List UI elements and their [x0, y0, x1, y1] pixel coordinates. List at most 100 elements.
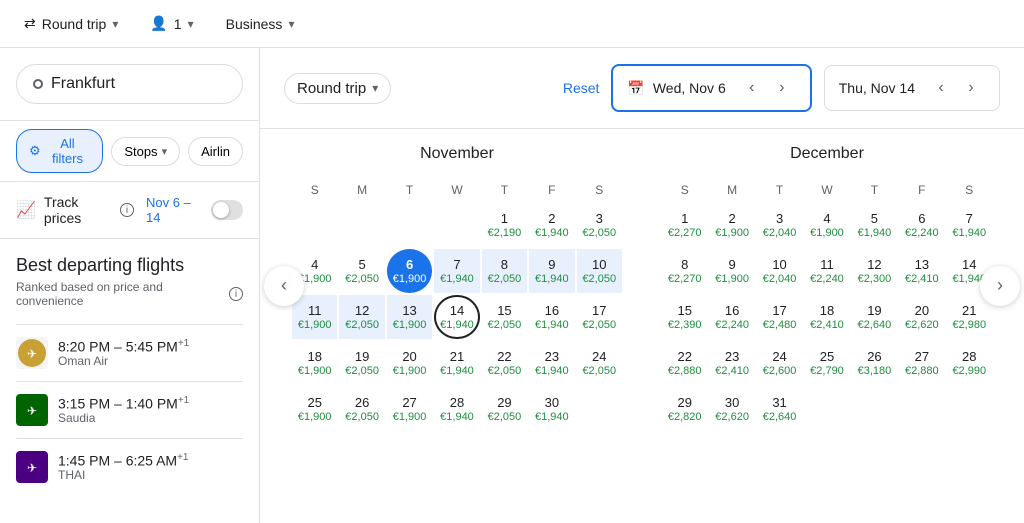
day-cell[interactable]: 31€2,640	[757, 387, 802, 431]
day-cell[interactable]: 18€2,410	[804, 295, 849, 339]
day-price: €2,050	[582, 319, 616, 331]
day-cell[interactable]: 5€2,050	[339, 249, 384, 293]
day-cell[interactable]: 23€1,940	[529, 341, 574, 385]
day-cell[interactable]: 30€2,620	[709, 387, 754, 431]
day-cell[interactable]: 26€2,050	[339, 387, 384, 431]
calendar-header: Round trip ▾ Reset 📅 Wed, Nov 6 ‹ › Thu,…	[260, 48, 1024, 129]
day-cell[interactable]: 16€2,240	[709, 295, 754, 339]
track-prices-toggle[interactable]	[211, 200, 243, 220]
trip-type-selector[interactable]: ⇄ Round trip ▾	[16, 11, 126, 36]
day-cell[interactable]: 13€2,410	[899, 249, 944, 293]
all-filters-button[interactable]: ⚙ All filters	[16, 129, 103, 173]
day-cell[interactable]: 19€2,050	[339, 341, 384, 385]
day-cell[interactable]: 29€2,050	[482, 387, 527, 431]
day-number: 4	[823, 211, 830, 227]
day-cell[interactable]: 15€2,390	[662, 295, 707, 339]
airlines-button[interactable]: Airlin	[188, 137, 243, 166]
day-header: W	[804, 179, 849, 201]
day-cell[interactable]: 28€2,990	[947, 341, 992, 385]
main-layout: Frankfurt ⚙ All filters Stops ▾ Airlin 📈…	[0, 48, 1024, 523]
date-start-button[interactable]: 📅 Wed, Nov 6 ‹ ›	[611, 64, 811, 112]
calendar-prev-button[interactable]: ‹	[264, 266, 304, 306]
day-cell[interactable]: 25€2,790	[804, 341, 849, 385]
day-cell[interactable]: 29€2,820	[662, 387, 707, 431]
day-number: 18	[307, 349, 321, 365]
day-cell[interactable]: 17€2,050	[577, 295, 622, 339]
date-start-next[interactable]: ›	[768, 74, 796, 102]
day-cell[interactable]: 1€2,190	[482, 203, 527, 247]
day-cell[interactable]: 27€1,900	[387, 387, 432, 431]
day-cell[interactable]: 2€1,940	[529, 203, 574, 247]
day-cell[interactable]: 13€1,900	[387, 295, 432, 339]
day-cell[interactable]: 6€2,240	[899, 203, 944, 247]
day-cell[interactable]: 24€2,050	[577, 341, 622, 385]
day-cell[interactable]: 7€1,940	[947, 203, 992, 247]
date-start-prev[interactable]: ‹	[738, 74, 766, 102]
calendar-next-button[interactable]: ›	[980, 266, 1020, 306]
search-input-container[interactable]: Frankfurt	[16, 64, 243, 104]
day-cell[interactable]: 26€3,180	[852, 341, 897, 385]
class-selector[interactable]: Business ▾	[218, 12, 303, 36]
day-cell[interactable]: 20€1,900	[387, 341, 432, 385]
day-cell[interactable]: 12€2,300	[852, 249, 897, 293]
day-cell[interactable]: 1€2,270	[662, 203, 707, 247]
best-departing-section: Best departing flights Ranked based on p…	[0, 239, 259, 523]
day-cell[interactable]: 10€2,050	[577, 249, 622, 293]
left-panel: Frankfurt ⚙ All filters Stops ▾ Airlin 📈…	[0, 48, 260, 523]
day-cell[interactable]: 8€2,050	[482, 249, 527, 293]
day-cell[interactable]: 22€2,050	[482, 341, 527, 385]
day-cell[interactable]: 6€1,900	[387, 249, 432, 293]
date-end-button[interactable]: Thu, Nov 14 ‹ ›	[824, 65, 1000, 111]
day-cell[interactable]: 3€2,040	[757, 203, 802, 247]
best-departing-info[interactable]: i	[229, 287, 243, 301]
day-cell[interactable]: 17€2,480	[757, 295, 802, 339]
day-cell[interactable]: 18€1,900	[292, 341, 337, 385]
day-cell[interactable]: 21€2,980	[947, 295, 992, 339]
track-prices-info[interactable]: i	[120, 203, 134, 217]
day-cell[interactable]: 28€1,940	[434, 387, 479, 431]
calendar-trip-selector[interactable]: Round trip ▾	[284, 73, 391, 104]
day-cell[interactable]: 25€1,900	[292, 387, 337, 431]
flight-row-thai[interactable]: ✈ 1:45 PM – 6:25 AM+1 THAI	[16, 438, 243, 495]
day-cell[interactable]: 20€2,620	[899, 295, 944, 339]
day-cell[interactable]: 3€2,050	[577, 203, 622, 247]
trending-icon: 📈	[16, 200, 36, 220]
day-price: €1,940	[440, 319, 474, 331]
day-cell[interactable]: 19€2,640	[852, 295, 897, 339]
day-cell[interactable]: 9€1,900	[709, 249, 754, 293]
day-price: €1,900	[810, 227, 844, 239]
day-cell[interactable]: 7€1,940	[434, 249, 479, 293]
date-end-prev[interactable]: ‹	[927, 74, 955, 102]
day-cell[interactable]: 2€1,900	[709, 203, 754, 247]
day-cell[interactable]: 16€1,940	[529, 295, 574, 339]
day-cell[interactable]: 12€2,050	[339, 295, 384, 339]
day-header: W	[434, 179, 479, 201]
day-header: T	[387, 179, 432, 201]
day-cell[interactable]: 11€2,240	[804, 249, 849, 293]
reset-button[interactable]: Reset	[563, 80, 600, 96]
day-cell[interactable]: 21€1,940	[434, 341, 479, 385]
day-header: M	[709, 179, 754, 201]
passengers-selector[interactable]: 👤 1 ▾	[142, 11, 201, 36]
day-cell[interactable]: 15€2,050	[482, 295, 527, 339]
trip-type-label: Round trip	[42, 16, 107, 32]
day-cell	[899, 387, 944, 431]
day-cell[interactable]: 23€2,410	[709, 341, 754, 385]
day-cell[interactable]: 9€1,940	[529, 249, 574, 293]
day-cell[interactable]: 10€2,040	[757, 249, 802, 293]
day-cell[interactable]: 27€2,880	[899, 341, 944, 385]
day-cell[interactable]: 30€1,940	[529, 387, 574, 431]
day-cell[interactable]: 4€1,900	[804, 203, 849, 247]
flight-row-oman[interactable]: ✈ 8:20 PM – 5:45 PM+1 Oman Air	[16, 324, 243, 381]
day-cell[interactable]: 24€2,600	[757, 341, 802, 385]
day-cell[interactable]: 11€1,900	[292, 295, 337, 339]
day-cell[interactable]: 5€1,940	[852, 203, 897, 247]
day-cell[interactable]: 14€1,940	[434, 295, 479, 339]
stops-button[interactable]: Stops ▾	[111, 137, 180, 166]
day-cell[interactable]: 8€2,270	[662, 249, 707, 293]
toggle-knob	[213, 202, 229, 218]
date-end-next[interactable]: ›	[957, 74, 985, 102]
day-cell[interactable]: 22€2,880	[662, 341, 707, 385]
day-number: 19	[355, 349, 369, 365]
flight-row-saudia[interactable]: ✈ 3:15 PM – 1:40 PM+1 Saudia	[16, 381, 243, 438]
